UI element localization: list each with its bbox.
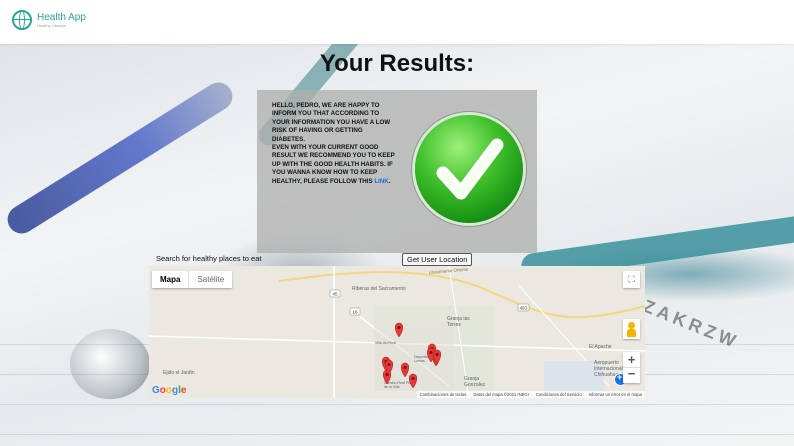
- result-risk-text: Hello, Pedro, we are happy to inform you…: [272, 102, 391, 143]
- map-marker-icon[interactable]: [401, 362, 409, 378]
- app-name: Health App: [37, 11, 86, 23]
- report-error-link[interactable]: Informar un error en el mapa: [589, 392, 642, 397]
- pegman-icon[interactable]: [623, 319, 640, 339]
- fullscreen-icon[interactable]: ⛶: [623, 271, 640, 288]
- stethoscope-bell-image: [70, 329, 150, 399]
- map-attribution: Combinaciones de teclas Datos del mapa ©…: [416, 391, 645, 398]
- terms-link[interactable]: Condiciones del Servicio: [536, 392, 582, 397]
- result-message: Hello, Pedro, we are happy to inform you…: [272, 102, 397, 186]
- page-title: Your Results:: [319, 50, 475, 77]
- map[interactable]: Mapa Satélite Riberas del Sacramento Gra…: [149, 266, 645, 398]
- keyboard-shortcuts-link[interactable]: Combinaciones de teclas: [420, 392, 467, 397]
- app-tagline: Healthy Lifestyle: [37, 22, 67, 28]
- paper-line: [0, 404, 794, 405]
- pen-image: [2, 77, 238, 239]
- google-logo: Google: [152, 385, 187, 396]
- map-marker-icon[interactable]: [383, 369, 391, 385]
- top-navbar: Health App Healthy Lifestyle: [0, 0, 794, 44]
- globe-icon: [12, 10, 32, 30]
- green-check-icon: [415, 115, 523, 223]
- map-type-map[interactable]: Mapa: [152, 271, 188, 288]
- map-type-satellite[interactable]: Satélite: [188, 271, 232, 288]
- map-type-control: Mapa Satélite: [152, 271, 233, 288]
- map-data-credit: Datos del mapa ©2021 INEGI: [473, 392, 529, 397]
- app-logo[interactable]: Health App Healthy Lifestyle: [12, 10, 86, 30]
- result-card: Hello, Pedro, we are happy to inform you…: [257, 90, 537, 253]
- zoom-in-button[interactable]: +: [623, 352, 640, 367]
- search-label: Search for healthy places to eat: [156, 254, 262, 263]
- get-user-location-button[interactable]: Get User Location: [402, 253, 473, 266]
- result-advice-suffix: .: [388, 177, 391, 185]
- paper-line: [0, 434, 794, 435]
- map-marker-icon[interactable]: [395, 322, 403, 338]
- zoom-out-button[interactable]: −: [623, 367, 640, 383]
- map-marker-icon[interactable]: [409, 373, 417, 389]
- healthy-tips-link[interactable]: link: [374, 178, 388, 185]
